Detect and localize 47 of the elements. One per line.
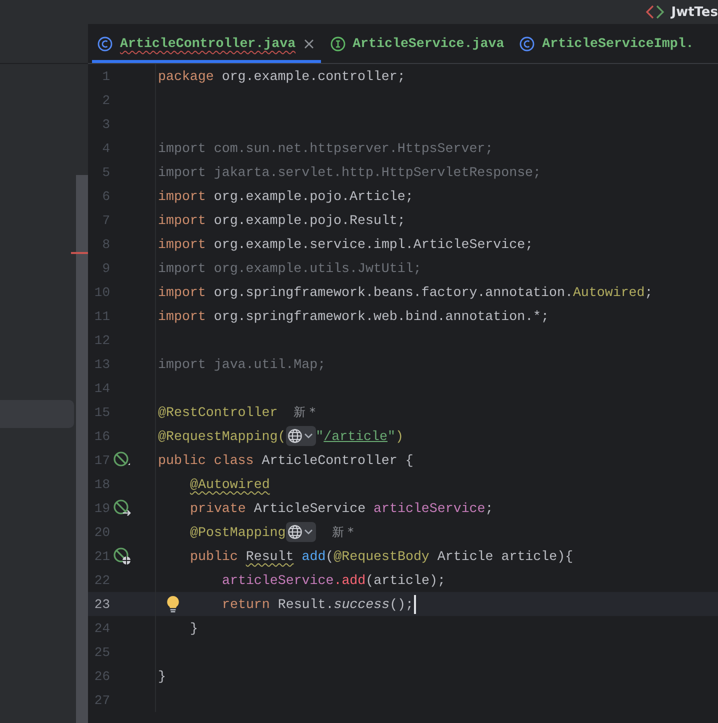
code-line: public class ArticleController { bbox=[158, 452, 414, 468]
code-line: "/article") bbox=[316, 428, 404, 444]
project-title[interactable]: JwtTes bbox=[671, 4, 718, 20]
code-line: @Autowired bbox=[190, 476, 270, 492]
scrollbar[interactable] bbox=[76, 175, 88, 723]
lightbulb-icon[interactable] bbox=[166, 595, 180, 613]
code-line: @PostMapping bbox=[190, 524, 286, 540]
error-stripe-mark bbox=[71, 252, 88, 254]
code-line: import com.sun.net.httpserver.HttpsServer; bbox=[158, 140, 494, 156]
bean-icon[interactable] bbox=[113, 451, 131, 469]
url-inlay-button[interactable] bbox=[286, 426, 316, 446]
code-line: import org.example.utils.JwtUtil; bbox=[158, 260, 422, 276]
code-line: } bbox=[158, 668, 166, 684]
code-line: import jakarta.servlet.http.HttpServletResponse; bbox=[158, 164, 542, 180]
editor-tab[interactable]: ArticleController.java bbox=[92, 24, 321, 63]
arrows-icon bbox=[645, 5, 666, 19]
code-line: import org.springframework.beans.factory.annotation.Autowired; bbox=[158, 284, 653, 300]
text-cursor bbox=[414, 594, 416, 614]
tab-label: ArticleServiceImpl. bbox=[542, 36, 694, 51]
line-number: 23 bbox=[93, 596, 110, 612]
code-line: } bbox=[190, 620, 198, 636]
code-line: @RestController bbox=[158, 404, 278, 420]
code-line: import org.springframework.web.bind.annotation.*; bbox=[158, 308, 550, 324]
code-line: import org.example.pojo.Article; bbox=[158, 188, 414, 204]
inlay-hint[interactable]: 新 * bbox=[294, 404, 316, 420]
editor-tab[interactable]: ArticleServiceImpl. bbox=[514, 24, 700, 63]
code-line: import org.example.service.impl.ArticleService; bbox=[158, 236, 534, 252]
class-icon bbox=[519, 36, 536, 52]
tab-label: ArticleController.java bbox=[120, 36, 296, 51]
editor-tab[interactable]: ArticleService.java bbox=[324, 24, 510, 63]
tab-label: ArticleService.java bbox=[352, 36, 504, 51]
code-line: package org.example.controller; bbox=[158, 68, 406, 84]
code-line: import org.example.pojo.Result; bbox=[158, 212, 406, 228]
code-line: articleService.add(article); bbox=[222, 572, 446, 588]
close-icon[interactable] bbox=[302, 38, 315, 50]
code-line: @RequestMapping( bbox=[158, 428, 286, 444]
globe-chevron-icon bbox=[286, 428, 315, 444]
code-line: public Result add(@RequestBody Article article){ bbox=[190, 548, 574, 564]
code-line: return Result.success(); bbox=[222, 596, 414, 612]
bean-globe-icon[interactable] bbox=[113, 547, 131, 565]
class-icon bbox=[97, 36, 113, 52]
code-line: import java.util.Map; bbox=[158, 356, 326, 372]
code-line: private ArticleService articleService; bbox=[190, 500, 494, 516]
globe-chevron-icon bbox=[286, 524, 315, 540]
url-inlay-button[interactable] bbox=[286, 522, 316, 542]
inlay-hint[interactable]: 新 * bbox=[332, 524, 354, 540]
interface-icon bbox=[330, 36, 346, 52]
